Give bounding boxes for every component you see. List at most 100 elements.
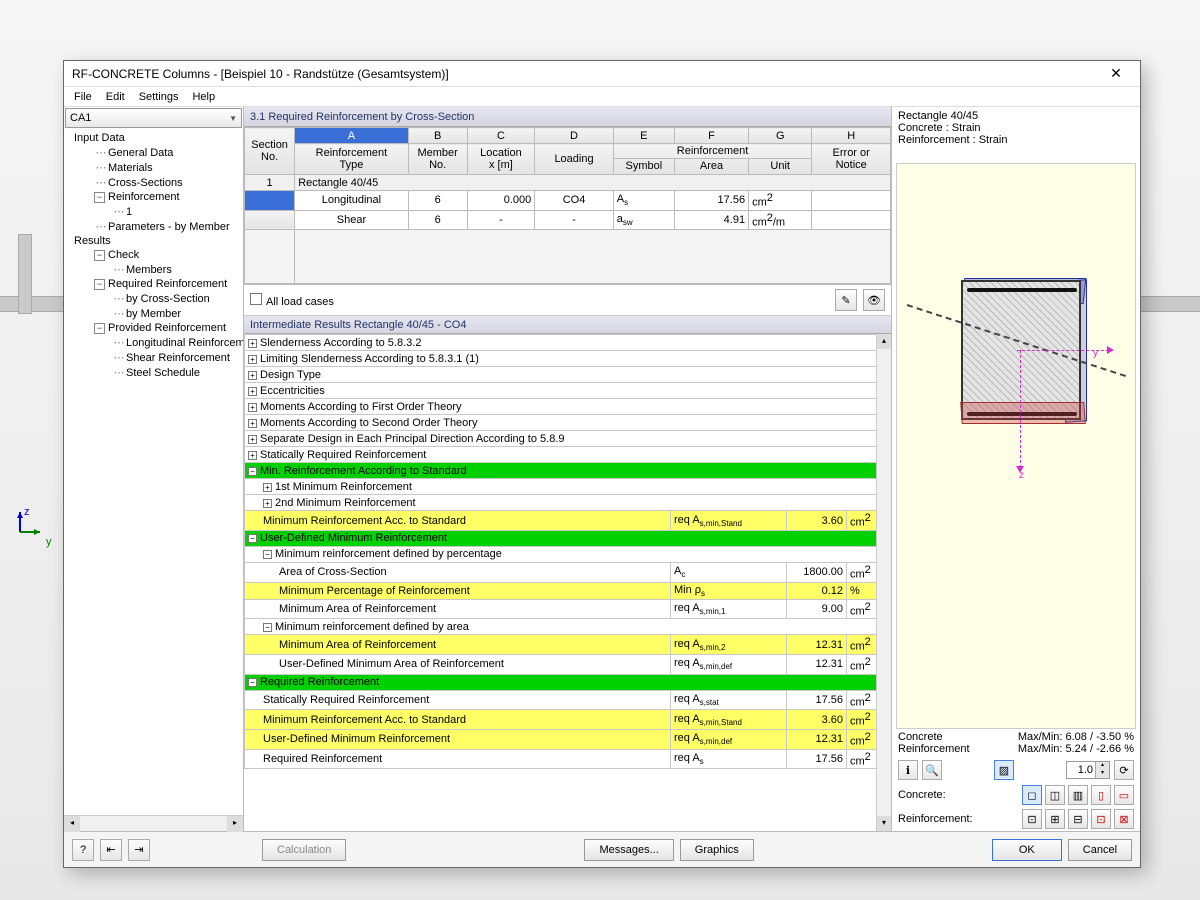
info-icon[interactable]: ℹ (898, 760, 918, 780)
details-row[interactable]: +Moments According to Second Order Theor… (245, 415, 891, 431)
menu-help[interactable]: Help (192, 91, 215, 103)
col-letter-c[interactable]: C (467, 128, 535, 144)
details-row[interactable]: Minimum Reinforcement Acc. to Standardre… (245, 511, 891, 531)
details-row[interactable]: +Statically Required Reinforcement (245, 447, 891, 463)
details-row[interactable]: User-Defined Minimum Reinforcementreq As… (245, 730, 891, 750)
tree-reinforcement-1[interactable]: ⋯1 (68, 204, 239, 219)
conc-view-5[interactable]: ▭ (1114, 785, 1134, 805)
conc-view-4[interactable]: ▯ (1091, 785, 1111, 805)
col-section-no[interactable]: SectionNo. (245, 128, 295, 175)
reinf-view-1[interactable]: ⊡ (1022, 809, 1042, 829)
tree-provided-reinf[interactable]: −Provided Reinforcement (68, 321, 239, 335)
col-reinf-type[interactable]: ReinforcementType (295, 144, 408, 175)
tree-required-reinf[interactable]: −Required Reinforcement (68, 277, 239, 291)
reinf-view-4[interactable]: ⊡ (1091, 809, 1111, 829)
details-row[interactable]: Required Reinforcementreq As17.56cm2 (245, 749, 891, 769)
col-unit[interactable]: Unit (749, 159, 811, 174)
details-row[interactable]: +2nd Minimum Reinforcement (245, 495, 891, 511)
menu-settings[interactable]: Settings (139, 91, 179, 103)
tree-steel-schedule[interactable]: ⋯Steel Schedule (68, 365, 239, 380)
scale-stepper[interactable]: ▴▾ (1066, 761, 1110, 779)
details-row[interactable]: +Separate Design in Each Principal Direc… (245, 431, 891, 447)
conc-view-3[interactable]: ▥ (1068, 785, 1088, 805)
details-row[interactable]: User-Defined Minimum Area of Reinforceme… (245, 655, 891, 675)
reinf-view-3[interactable]: ⊟ (1068, 809, 1088, 829)
scale-input[interactable] (1067, 762, 1095, 778)
section-header-row[interactable]: 1Rectangle 40/45 (245, 175, 891, 191)
details-row[interactable]: −Minimum reinforcement defined by area (245, 619, 891, 635)
refresh-icon[interactable]: ⟳ (1114, 760, 1134, 780)
menu-edit[interactable]: Edit (106, 91, 125, 103)
next-icon[interactable]: ⇥ (128, 839, 150, 861)
col-letter-f[interactable]: F (674, 128, 748, 144)
spin-down-icon[interactable]: ▾ (1095, 770, 1109, 778)
tree-materials[interactable]: ⋯Materials (68, 160, 239, 175)
tree-check[interactable]: −Check (68, 248, 239, 262)
details-row[interactable]: −Minimum reinforcement defined by percen… (245, 546, 891, 562)
tree-hscrollbar[interactable]: ◂▸ (64, 815, 243, 831)
tree-by-cross-section[interactable]: ⋯by Cross-Section (68, 291, 239, 306)
tree-cross-sections[interactable]: ⋯Cross-Sections (68, 175, 239, 190)
graphics-button[interactable]: Graphics (680, 839, 754, 861)
col-loading[interactable]: Loading (535, 144, 614, 175)
pick-icon[interactable]: ✎ (835, 289, 857, 311)
messages-button[interactable]: Messages... (584, 839, 673, 861)
details-row[interactable]: +Eccentricities (245, 383, 891, 399)
menu-file[interactable]: File (74, 91, 92, 103)
col-error[interactable]: Error orNotice (812, 144, 891, 175)
col-location[interactable]: Locationx [m] (467, 144, 535, 175)
eye-icon[interactable]: 👁 (863, 289, 885, 311)
all-load-cases-checkbox[interactable]: All load cases (250, 293, 334, 308)
details-row[interactable]: −Min. Reinforcement According to Standar… (245, 463, 891, 479)
details-row[interactable]: +1st Minimum Reinforcement (245, 479, 891, 495)
table-row[interactable]: Longitudinal 6 0.000 CO4 As 17.56 cm2 (245, 191, 891, 211)
tree-reinforcement[interactable]: −Reinforcement (68, 190, 239, 204)
tree-shear[interactable]: ⋯Shear Reinforcement (68, 350, 239, 365)
tree-results[interactable]: Results (68, 234, 239, 248)
spin-up-icon[interactable]: ▴ (1095, 762, 1109, 770)
details-row[interactable]: +Moments According to First Order Theory (245, 399, 891, 415)
col-area[interactable]: Area (675, 159, 749, 174)
details-row[interactable]: Minimum Area of Reinforcementreq As,min,… (245, 635, 891, 655)
details-row[interactable]: Statically Required Reinforcementreq As,… (245, 690, 891, 710)
tree-parameters[interactable]: ⋯Parameters - by Member (68, 219, 239, 234)
col-letter-d[interactable]: D (535, 128, 614, 144)
tree-input-data[interactable]: Input Data (68, 131, 239, 145)
conc-view-1[interactable]: ◻ (1022, 785, 1042, 805)
details-row[interactable]: +Design Type (245, 367, 891, 383)
col-member-no[interactable]: MemberNo. (408, 144, 467, 175)
details-row[interactable]: Minimum Reinforcement Acc. to Standardre… (245, 710, 891, 730)
prev-icon[interactable]: ⇤ (100, 839, 122, 861)
help-icon[interactable]: ? (72, 839, 94, 861)
tree-general-data[interactable]: ⋯General Data (68, 145, 239, 160)
case-combo[interactable]: CA1 ▼ (65, 108, 242, 128)
col-letter-b[interactable]: B (408, 128, 467, 144)
reinf-view-2[interactable]: ⊞ (1045, 809, 1065, 829)
details-row[interactable]: −Required Reinforcement (245, 674, 891, 690)
zoom-icon[interactable]: 🔍 (922, 760, 942, 780)
tree-by-member[interactable]: ⋯by Member (68, 306, 239, 321)
details-row[interactable]: +Slenderness According to 5.8.3.2 (245, 335, 891, 351)
details-row[interactable]: −User-Defined Minimum Reinforcement (245, 530, 891, 546)
calculation-button[interactable]: Calculation (262, 839, 346, 861)
col-symbol[interactable]: Symbol (614, 159, 675, 174)
details-row[interactable]: Minimum Area of Reinforcementreq As,min,… (245, 599, 891, 619)
reinf-view-5[interactable]: ⊠ (1114, 809, 1134, 829)
col-letter-g[interactable]: G (749, 128, 812, 144)
conc-view-2[interactable]: ◫ (1045, 785, 1065, 805)
cancel-button[interactable]: Cancel (1068, 839, 1132, 861)
details-row[interactable]: Minimum Percentage of ReinforcementMin ρ… (245, 582, 891, 599)
tree-members[interactable]: ⋯Members (68, 262, 239, 277)
cross-section-viewer[interactable]: y z (896, 163, 1136, 729)
details-vscrollbar[interactable]: ▴▾ (876, 334, 891, 831)
hatch-icon[interactable]: ▨ (994, 760, 1014, 780)
tree-longitudinal[interactable]: ⋯Longitudinal Reinforcement (68, 335, 239, 350)
ok-button[interactable]: OK (992, 839, 1062, 861)
details-row[interactable]: +Limiting Slenderness According to 5.8.3… (245, 351, 891, 367)
col-letter-h[interactable]: H (812, 128, 891, 144)
close-button[interactable]: ✕ (1100, 65, 1132, 82)
table-row[interactable]: Shear 6 - - asw 4.91 cm2/m (245, 210, 891, 230)
details-row[interactable]: Area of Cross-SectionAc1800.00cm2 (245, 562, 891, 582)
col-letter-a[interactable]: A (295, 128, 408, 144)
col-letter-e[interactable]: E (613, 128, 674, 144)
